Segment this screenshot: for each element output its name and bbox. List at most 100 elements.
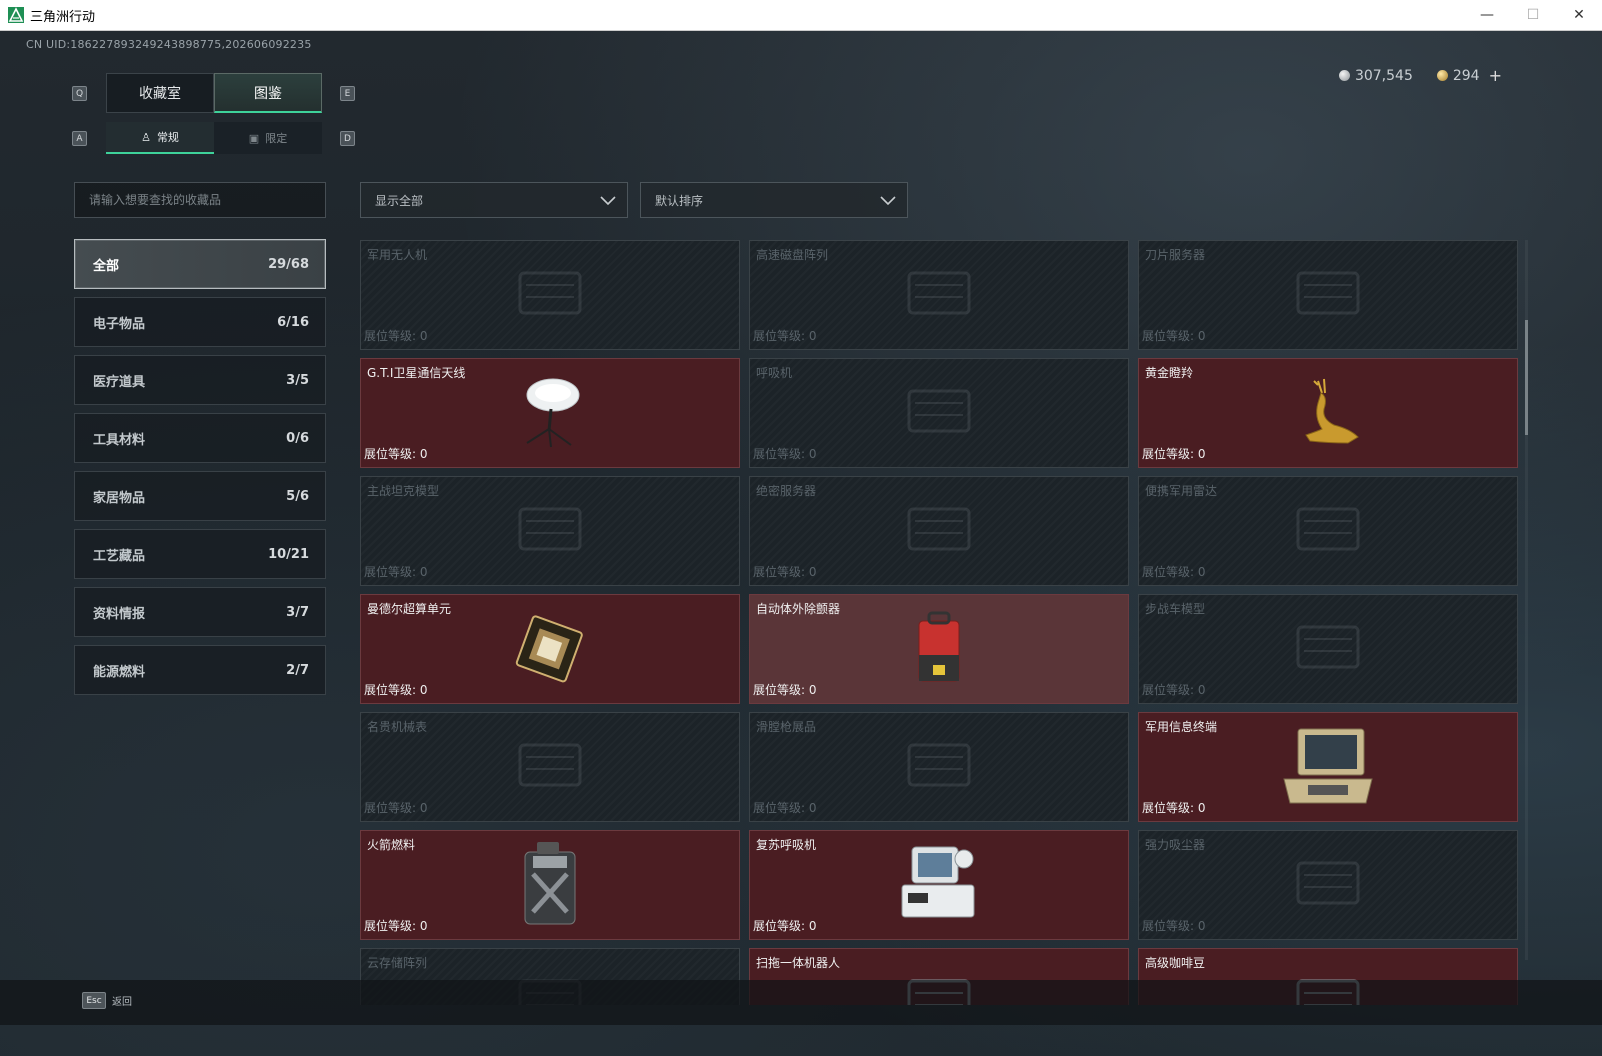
- category-count: 0/6: [286, 430, 309, 446]
- item-name: G.T.I卫星通信天线: [367, 366, 466, 380]
- defibrillator-icon: [911, 607, 967, 691]
- satellite-dish-icon: [515, 371, 585, 455]
- collection-item-card[interactable]: 高速磁盘阵列 展位等级: 0: [749, 240, 1129, 350]
- collection-grid: 军用无人机 展位等级: 0 高速磁盘阵列 展位等级: 0 刀片服务器 展位等级: 0 G.T…: [360, 240, 1520, 1005]
- gold-coin-icon: [1436, 70, 1448, 81]
- category-count: 3/5: [286, 372, 309, 388]
- gold-amount: 294: [1452, 67, 1480, 84]
- add-currency-button[interactable]: +: [1489, 66, 1502, 85]
- category-tools[interactable]: 工具材料 0/6: [74, 413, 326, 463]
- watch-icon: [510, 733, 590, 801]
- main-tabs: 收藏室 图鉴: [106, 73, 322, 113]
- item-name: 黄金瞪羚: [1145, 366, 1194, 380]
- item-display-level: 展位等级: 0: [364, 681, 428, 698]
- level-label: 展位等级:: [364, 329, 420, 343]
- level-label: 展位等级:: [364, 801, 420, 815]
- item-name: 复苏呼吸机: [756, 838, 817, 852]
- maximize-button[interactable]: ☐: [1510, 0, 1556, 30]
- display-filter-dropdown[interactable]: 显示全部: [360, 182, 628, 218]
- level-value: 0: [808, 919, 817, 933]
- sort-value: 默认排序: [655, 193, 704, 208]
- category-count: 29/68: [268, 256, 309, 272]
- level-value: 0: [1197, 801, 1206, 815]
- item-display-level: 展位等级: 0: [753, 917, 817, 934]
- level-label: 展位等级:: [1142, 683, 1198, 697]
- level-value: 0: [419, 447, 428, 461]
- collection-item-card[interactable]: 黄金瞪羚 展位等级: 0: [1138, 358, 1518, 468]
- resuscitator-icon: [894, 843, 984, 927]
- category-label: 电子物品: [93, 316, 146, 332]
- category-label: 资料情报: [93, 606, 146, 622]
- collection-item-card[interactable]: 火箭燃料 展位等级: 0: [360, 830, 740, 940]
- level-value: 0: [419, 683, 428, 697]
- scrollbar-thumb[interactable]: [1525, 320, 1528, 435]
- level-label: 展位等级:: [364, 447, 420, 461]
- close-button[interactable]: ✕: [1556, 0, 1602, 30]
- blade-server-icon: [1288, 261, 1368, 329]
- grid-scrollbar[interactable]: [1525, 240, 1528, 960]
- item-name: 步战车模型: [1145, 602, 1206, 616]
- subtab-regular[interactable]: ♙ 常规: [106, 122, 214, 154]
- back-button[interactable]: Esc 返回: [82, 992, 132, 1009]
- collection-item-card[interactable]: 复苏呼吸机展位等级: 0: [749, 830, 1129, 940]
- collection-item-card[interactable]: 自动体外除颤器 展位等级: 0: [749, 594, 1129, 704]
- item-display-level: 展位等级: 0: [753, 327, 817, 344]
- collection-item-card[interactable]: 刀片服务器 展位等级: 0: [1138, 240, 1518, 350]
- minimize-button[interactable]: —: [1464, 0, 1510, 30]
- item-name: 绝密服务器: [756, 484, 817, 498]
- collection-item-card[interactable]: 步战车模型展位等级: 0: [1138, 594, 1518, 704]
- category-all[interactable]: 全部 29/68: [74, 239, 326, 289]
- category-household[interactable]: 家居物品 5/6: [74, 471, 326, 521]
- item-display-level: 展位等级: 0: [753, 445, 817, 462]
- subtab-limited-label: 限定: [265, 132, 288, 145]
- item-name: 自动体外除颤器: [756, 602, 841, 616]
- back-label: 返回: [112, 997, 132, 1008]
- vacuum-icon: [1288, 851, 1368, 919]
- collection-item-card[interactable]: 军用无人机 展位等级: 0: [360, 240, 740, 350]
- category-fuel[interactable]: 能源燃料 2/7: [74, 645, 326, 695]
- collection-item-card[interactable]: 主战坦克模型 展位等级: 0: [360, 476, 740, 586]
- item-display-level: 展位等级: 0: [364, 799, 428, 816]
- level-value: 0: [1197, 919, 1206, 933]
- item-name: 高速磁盘阵列: [756, 248, 829, 262]
- chevron-down-icon: [600, 196, 616, 206]
- silver-coin-icon: [1338, 70, 1350, 81]
- collection-item-card[interactable]: 军用信息终端 展位等级: 0: [1138, 712, 1518, 822]
- collection-item-card[interactable]: 曼德尔超算单元 展位等级: 0: [360, 594, 740, 704]
- collection-item-card[interactable]: 强力吸尘器 展位等级: 0: [1138, 830, 1518, 940]
- item-display-level: 展位等级: 0: [1142, 917, 1206, 934]
- item-name: 高级咖啡豆: [1145, 956, 1206, 970]
- tab-catalog[interactable]: 图鉴: [214, 73, 322, 113]
- category-intel[interactable]: 资料情报 3/7: [74, 587, 326, 637]
- compute-unit-icon: [510, 607, 590, 691]
- category-label: 全部: [93, 258, 120, 274]
- category-count: 10/21: [268, 546, 309, 562]
- player-uid: CN UID:1862278932492438987​75,2026060922…: [26, 38, 312, 51]
- collection-item-card[interactable]: 名贵机械表展位等级: 0: [360, 712, 740, 822]
- level-value: 0: [808, 801, 817, 815]
- subtab-limited[interactable]: ▣ 限定: [214, 122, 322, 154]
- collection-item-card[interactable]: 绝密服务器 展位等级: 0: [749, 476, 1129, 586]
- collection-item-card[interactable]: 便携军用雷达 展位等级: 0: [1138, 476, 1518, 586]
- search-input[interactable]: [74, 182, 326, 218]
- window-title: 三角洲行动: [30, 9, 96, 25]
- sort-dropdown[interactable]: 默认排序: [640, 182, 908, 218]
- level-value: 0: [1197, 683, 1206, 697]
- category-crafts[interactable]: 工艺藏品 10/21: [74, 529, 326, 579]
- category-medical[interactable]: 医疗道具 3/5: [74, 355, 326, 405]
- item-name: 滑膛枪展品: [756, 720, 817, 734]
- category-label: 能源燃料: [93, 664, 146, 680]
- bottom-bar: [0, 980, 1602, 1025]
- musket-icon: [899, 733, 979, 801]
- collection-item-card[interactable]: 滑膛枪展品展位等级: 0: [749, 712, 1129, 822]
- item-name: 名贵机械表: [367, 720, 428, 734]
- collection-item-card[interactable]: G.T.I卫星通信天线 展位等级: 0: [360, 358, 740, 468]
- item-display-level: 展位等级: 0: [1142, 327, 1206, 344]
- tab-collection-room[interactable]: 收藏室: [106, 73, 214, 113]
- category-electronics[interactable]: 电子物品 6/16: [74, 297, 326, 347]
- secret-server-icon: [899, 497, 979, 565]
- figure-icon: ♙: [141, 130, 151, 144]
- chevron-down-icon: [880, 196, 896, 206]
- collection-item-card[interactable]: 呼吸机 展位等级: 0: [749, 358, 1129, 468]
- level-label: 展位等级:: [753, 801, 809, 815]
